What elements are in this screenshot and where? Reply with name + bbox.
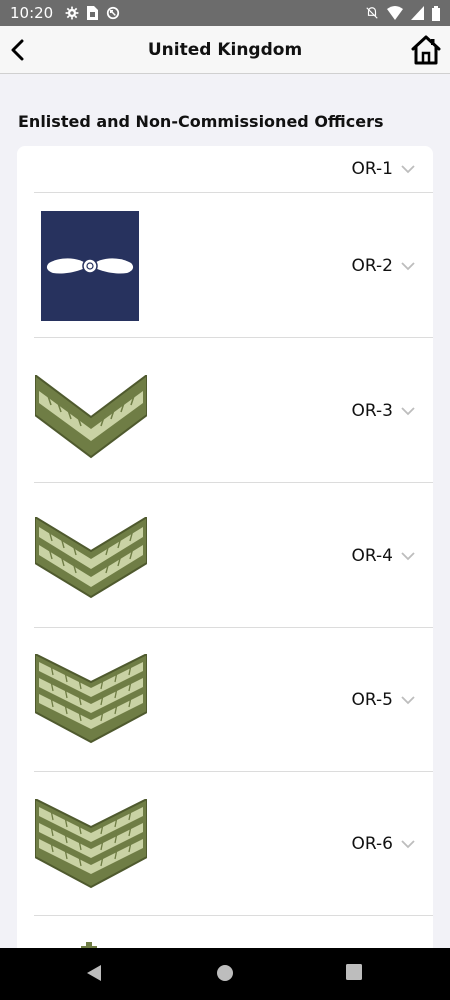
- gear-icon: [65, 6, 79, 20]
- one-chevron-insignia-icon: [35, 375, 147, 459]
- chevron-down-icon: [401, 695, 415, 704]
- wifi-icon: [387, 6, 403, 20]
- two-chevrons-insignia-icon: [35, 517, 147, 599]
- propeller-insignia-icon: [41, 211, 139, 321]
- rank-row-or-2[interactable]: OR-2: [34, 194, 433, 338]
- home-icon: [411, 35, 441, 65]
- rank-code: OR-4: [351, 545, 393, 566]
- ranks-card: OR-1 OR-2 OR-3 OR-4 OR-5 OR-6: [17, 146, 433, 956]
- chevron-down-icon: [401, 165, 415, 174]
- section-title: Enlisted and Non-Commissioned Officers: [18, 112, 384, 131]
- app-header: United Kingdom: [0, 26, 450, 74]
- three-chevrons-insignia-icon: [35, 654, 147, 744]
- chevron-down-icon: [401, 406, 415, 415]
- rank-code: OR-1: [351, 159, 393, 179]
- chevron-down-icon: [401, 551, 415, 560]
- rank-row-or-4[interactable]: OR-4: [34, 484, 433, 628]
- page-title: United Kingdom: [147, 39, 303, 60]
- system-nav-bar: [0, 948, 450, 1000]
- back-triangle-icon[interactable]: [86, 964, 102, 982]
- rank-row-or-1[interactable]: OR-1: [34, 146, 433, 193]
- home-circle-icon[interactable]: [216, 964, 234, 982]
- recents-square-icon[interactable]: [346, 964, 362, 980]
- home-button[interactable]: [410, 34, 442, 66]
- status-bar: 10:20: [0, 0, 450, 26]
- battery-icon: [432, 5, 440, 21]
- rank-code: OR-3: [351, 400, 393, 421]
- chevron-down-icon: [401, 261, 415, 270]
- rank-row-or-3[interactable]: OR-3: [34, 339, 433, 483]
- chevron-left-icon: [11, 39, 24, 60]
- rank-code: OR-2: [351, 255, 393, 276]
- sync-icon: [107, 6, 120, 20]
- rank-row-or-6[interactable]: OR-6: [34, 772, 433, 916]
- notifications-off-icon: [366, 7, 378, 19]
- three-chevrons-insignia-icon: [35, 799, 147, 889]
- rank-code: OR-6: [351, 833, 393, 854]
- signal-icon: [411, 6, 424, 20]
- rank-row-or-5[interactable]: OR-5: [34, 628, 433, 772]
- back-button[interactable]: [0, 26, 34, 74]
- rank-code: OR-5: [351, 689, 393, 710]
- status-time: 10:20: [10, 4, 54, 22]
- sim-card-icon: [87, 6, 99, 20]
- chevron-down-icon: [401, 839, 415, 848]
